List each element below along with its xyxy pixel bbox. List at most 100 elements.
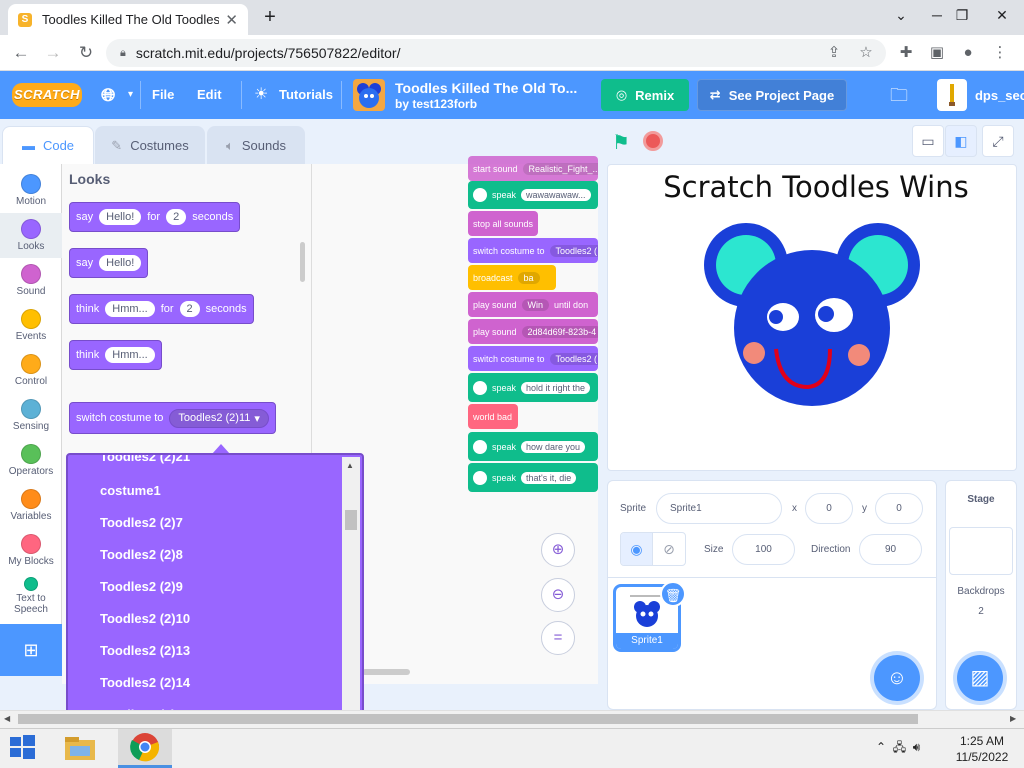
category-my-blocks[interactable]: My Blocks	[0, 528, 62, 573]
dropdown-scrollbar[interactable]	[342, 457, 360, 715]
tab-sounds[interactable]: 🔈︎ Sounds	[207, 126, 305, 164]
taskbar-clock[interactable]: 1:25 AM 11/5/2022	[952, 733, 1012, 765]
chrome-taskbar-button[interactable]	[118, 729, 172, 768]
green-flag-icon[interactable]: ⚑	[612, 130, 630, 155]
dropdown-option[interactable]: Toodles2 (2)13	[100, 643, 190, 658]
category-variables[interactable]: Variables	[0, 483, 62, 528]
file-explorer-icon[interactable]	[62, 732, 98, 764]
script-block-speak[interactable]: speak hold it right the	[468, 373, 598, 402]
side-panel-icon[interactable]: ▣	[927, 43, 947, 63]
category-looks[interactable]: Looks	[0, 213, 62, 258]
zoom-in-button[interactable]: ⊕	[541, 533, 575, 567]
category-motion[interactable]: Motion	[0, 168, 62, 213]
script-block-broadcast[interactable]: broadcast ba	[468, 265, 556, 290]
normal-stage-button[interactable]: ◧	[945, 125, 977, 157]
category-sensing[interactable]: Sensing	[0, 393, 62, 438]
block-dropdown[interactable]: Toodles2 (	[549, 244, 598, 257]
block-input[interactable]: Hello!	[99, 255, 142, 271]
block-input[interactable]: that's it, die	[521, 471, 577, 484]
scroll-right-arrow-icon[interactable]: ▶	[1010, 714, 1016, 723]
script-block-world-bad[interactable]: world bad	[468, 404, 518, 429]
stage-thumbnail[interactable]	[949, 527, 1013, 575]
remix-button[interactable]: ◎ Remix	[601, 79, 689, 111]
category-control[interactable]: Control	[0, 348, 62, 393]
delete-sprite-button[interactable]: 🗑︎	[660, 581, 686, 607]
choose-backdrop-button[interactable]: ▨	[957, 655, 1003, 701]
category-text-to-speech[interactable]: Text to Speech	[0, 573, 62, 623]
add-extension-button[interactable]: ⊞	[0, 624, 62, 676]
script-block-start-sound[interactable]: start sound Realistic_Fight_...	[468, 156, 598, 181]
dropdown-option[interactable]: Toodles2 (2)8	[100, 547, 183, 562]
block-input[interactable]: Hello!	[99, 209, 142, 225]
stop-sign-icon[interactable]	[643, 131, 663, 151]
tab-costumes[interactable]: ✎ Costumes	[95, 126, 205, 164]
dropdown-option[interactable]: Toodles2 (2)7	[100, 515, 183, 530]
block-input[interactable]: 2	[166, 209, 187, 225]
category-events[interactable]: Events	[0, 303, 62, 348]
windows-start-icon[interactable]	[8, 733, 38, 763]
block-input[interactable]: Hmm...	[105, 301, 155, 317]
zoom-out-button[interactable]: ⊖	[541, 578, 575, 612]
address-bar[interactable]: 🔒︎ scratch.mit.edu/projects/756507822/ed…	[106, 39, 886, 67]
script-block-play-sound[interactable]: play sound 2d84d69f-823b-4	[468, 319, 598, 344]
page-scroll-thumb[interactable]	[18, 714, 918, 724]
file-menu[interactable]: File	[152, 71, 174, 119]
share-icon[interactable]: ⇪	[824, 43, 844, 63]
block-say[interactable]: say Hello!	[69, 248, 149, 278]
x-position-input[interactable]: 0	[805, 493, 853, 524]
y-position-input[interactable]: 0	[875, 493, 923, 524]
fullscreen-button[interactable]: ⤢	[982, 125, 1014, 157]
script-block-play-sound-until-done[interactable]: play sound Win until don	[468, 292, 598, 317]
hide-sprite-button[interactable]: ⊘	[653, 533, 685, 565]
block-input[interactable]: how dare you	[521, 440, 586, 453]
stage[interactable]	[607, 164, 1017, 471]
system-tray-icons[interactable]: ⌃ 🖧︎ 🔊︎	[876, 738, 920, 759]
small-stage-button[interactable]: ▭	[912, 125, 944, 157]
script-block-speak[interactable]: speak that's it, die	[468, 463, 598, 492]
block-input[interactable]: 2	[179, 301, 200, 317]
direction-input[interactable]: 90	[859, 534, 922, 565]
dropdown-option[interactable]: Toodles2 (2)21	[100, 455, 190, 464]
script-area-scrollbar[interactable]	[362, 669, 410, 675]
block-dropdown[interactable]: ba	[517, 271, 540, 284]
palette-scrollbar[interactable]	[300, 242, 305, 282]
chevron-down-icon[interactable]: ⌄	[884, 0, 918, 30]
category-operators[interactable]: Operators	[0, 438, 62, 483]
account-menu[interactable]: dps_sec	[937, 79, 1024, 111]
see-project-page-button[interactable]: ⇄ See Project Page	[697, 79, 847, 111]
dropdown-scroll-thumb[interactable]	[345, 510, 357, 530]
extensions-puzzle-icon[interactable]: ✚	[896, 43, 916, 63]
block-input[interactable]: wawawawaw...	[521, 189, 591, 201]
tutorials-button[interactable]: Tutorials	[279, 71, 333, 119]
block-think-for-seconds[interactable]: think Hmm... for 2 seconds	[69, 294, 254, 324]
new-tab-button[interactable]: +	[258, 5, 282, 29]
costume-dropdown[interactable]: Toodles2 (2)11 ▾	[169, 408, 269, 428]
block-think[interactable]: think Hmm...	[69, 340, 162, 370]
block-say-for-seconds[interactable]: say Hello! for 2 seconds	[69, 202, 241, 232]
project-thumbnail[interactable]	[353, 79, 385, 111]
block-input[interactable]: hold it right the	[521, 381, 591, 394]
tab-code[interactable]: ▬ Code	[2, 126, 94, 164]
edit-menu[interactable]: Edit	[197, 71, 222, 119]
scroll-up-arrow-icon[interactable]: ▲	[346, 461, 354, 470]
block-input[interactable]: Hmm...	[105, 347, 155, 363]
dropdown-option[interactable]: Toodles2 (2)9	[100, 579, 183, 594]
my-stuff-folder-icon[interactable]: 🗀	[890, 83, 908, 113]
script-block-speak[interactable]: speak how dare you	[468, 432, 598, 461]
restore-window-button[interactable]: ❐	[945, 0, 979, 30]
project-title[interactable]: Toodles Killed The Old To...	[395, 80, 577, 96]
dropdown-option[interactable]: Toodles2 (2)14	[100, 675, 190, 690]
close-tab-icon[interactable]: ✕	[225, 11, 238, 29]
block-dropdown[interactable]: Realistic_Fight_...	[522, 162, 598, 175]
close-window-button[interactable]: ✕	[985, 0, 1019, 30]
script-block-stop-all-sounds[interactable]: stop all sounds	[468, 211, 538, 236]
block-dropdown[interactable]: 2d84d69f-823b-4	[521, 325, 598, 338]
block-switch-costume[interactable]: switch costume to Toodles2 (2)11 ▾	[69, 402, 276, 434]
dropdown-option[interactable]: Toodles2 (2)10	[100, 611, 190, 626]
choose-sprite-button[interactable]: ☺	[874, 655, 920, 701]
project-author[interactable]: by test123forb	[395, 97, 477, 111]
zoom-reset-button[interactable]: =	[541, 621, 575, 655]
forward-arrow-icon[interactable]: →	[40, 40, 66, 66]
show-sprite-button[interactable]: ◉	[621, 533, 654, 565]
back-arrow-icon[interactable]: ←	[8, 40, 34, 66]
